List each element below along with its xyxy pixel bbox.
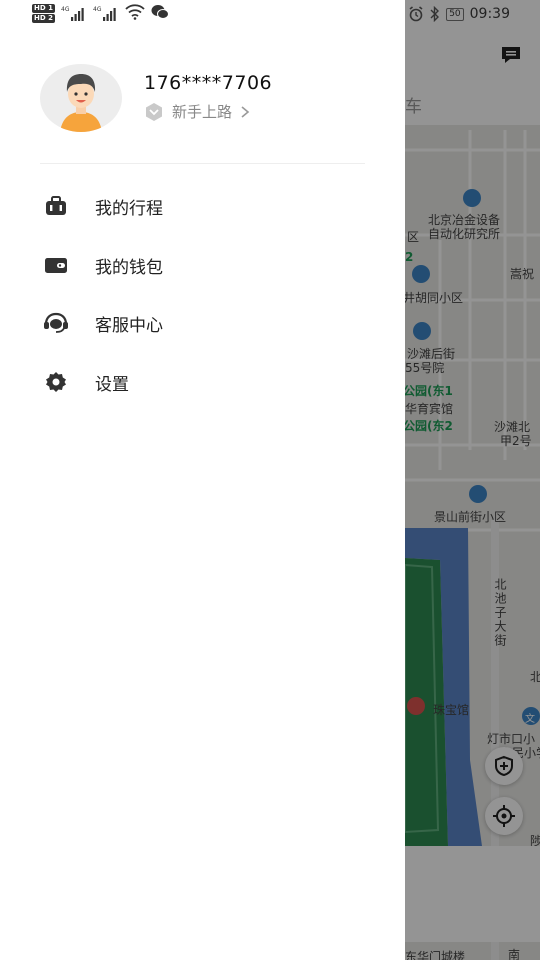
user-phone: 176****7706 (144, 72, 273, 94)
alarm-icon (409, 6, 423, 22)
sim1-hd-label: HD 1 (32, 4, 55, 13)
signal-icon: 4G (93, 6, 116, 21)
menu-item-customer-service[interactable]: 客服中心 (40, 301, 365, 345)
menu-item-label: 我的行程 (95, 198, 163, 219)
sim2-hd-label: HD 2 (32, 14, 55, 23)
bluetooth-icon (430, 6, 440, 22)
status-left: HD 1 HD 2 4G 4G (32, 4, 169, 23)
menu-item-label: 我的钱包 (95, 257, 163, 278)
drawer-scrim[interactable] (405, 0, 540, 960)
signal-icon: 4G (61, 6, 84, 21)
user-level[interactable]: 新手上路 (144, 101, 250, 122)
sim-indicators: HD 1 HD 2 (32, 4, 55, 23)
avatar-icon (60, 74, 102, 132)
menu-item-label: 客服中心 (95, 315, 163, 336)
menu-item-settings[interactable]: 设置 (40, 360, 365, 404)
navigation-drawer: 176****7706 新手上路 我的行程 我的钱包 客服中心 设置 (0, 0, 405, 960)
level-badge-icon (146, 102, 162, 121)
headset-icon (40, 311, 72, 335)
chevron-right-icon (241, 105, 250, 118)
menu-item-trips[interactable]: 我的行程 (40, 184, 365, 228)
menu-item-wallet[interactable]: 我的钱包 (40, 243, 365, 287)
wallet-icon (40, 253, 72, 277)
avatar[interactable] (40, 64, 122, 132)
net1-label: 4G (61, 6, 70, 13)
battery-indicator: 50 (446, 7, 464, 21)
status-bar: HD 1 HD 2 4G 4G 50 09:39 (0, 0, 540, 32)
user-profile[interactable]: 176****7706 新手上路 (40, 64, 365, 134)
wifi-icon (125, 4, 145, 20)
level-label: 新手上路 (172, 103, 233, 121)
suitcase-icon (40, 194, 72, 218)
divider (40, 163, 365, 164)
gear-icon (40, 370, 72, 394)
wechat-icon (151, 5, 169, 19)
menu-item-label: 设置 (95, 374, 129, 395)
status-right: 50 09:39 (408, 6, 510, 22)
clock: 09:39 (469, 6, 510, 22)
net2-label: 4G (93, 6, 102, 13)
